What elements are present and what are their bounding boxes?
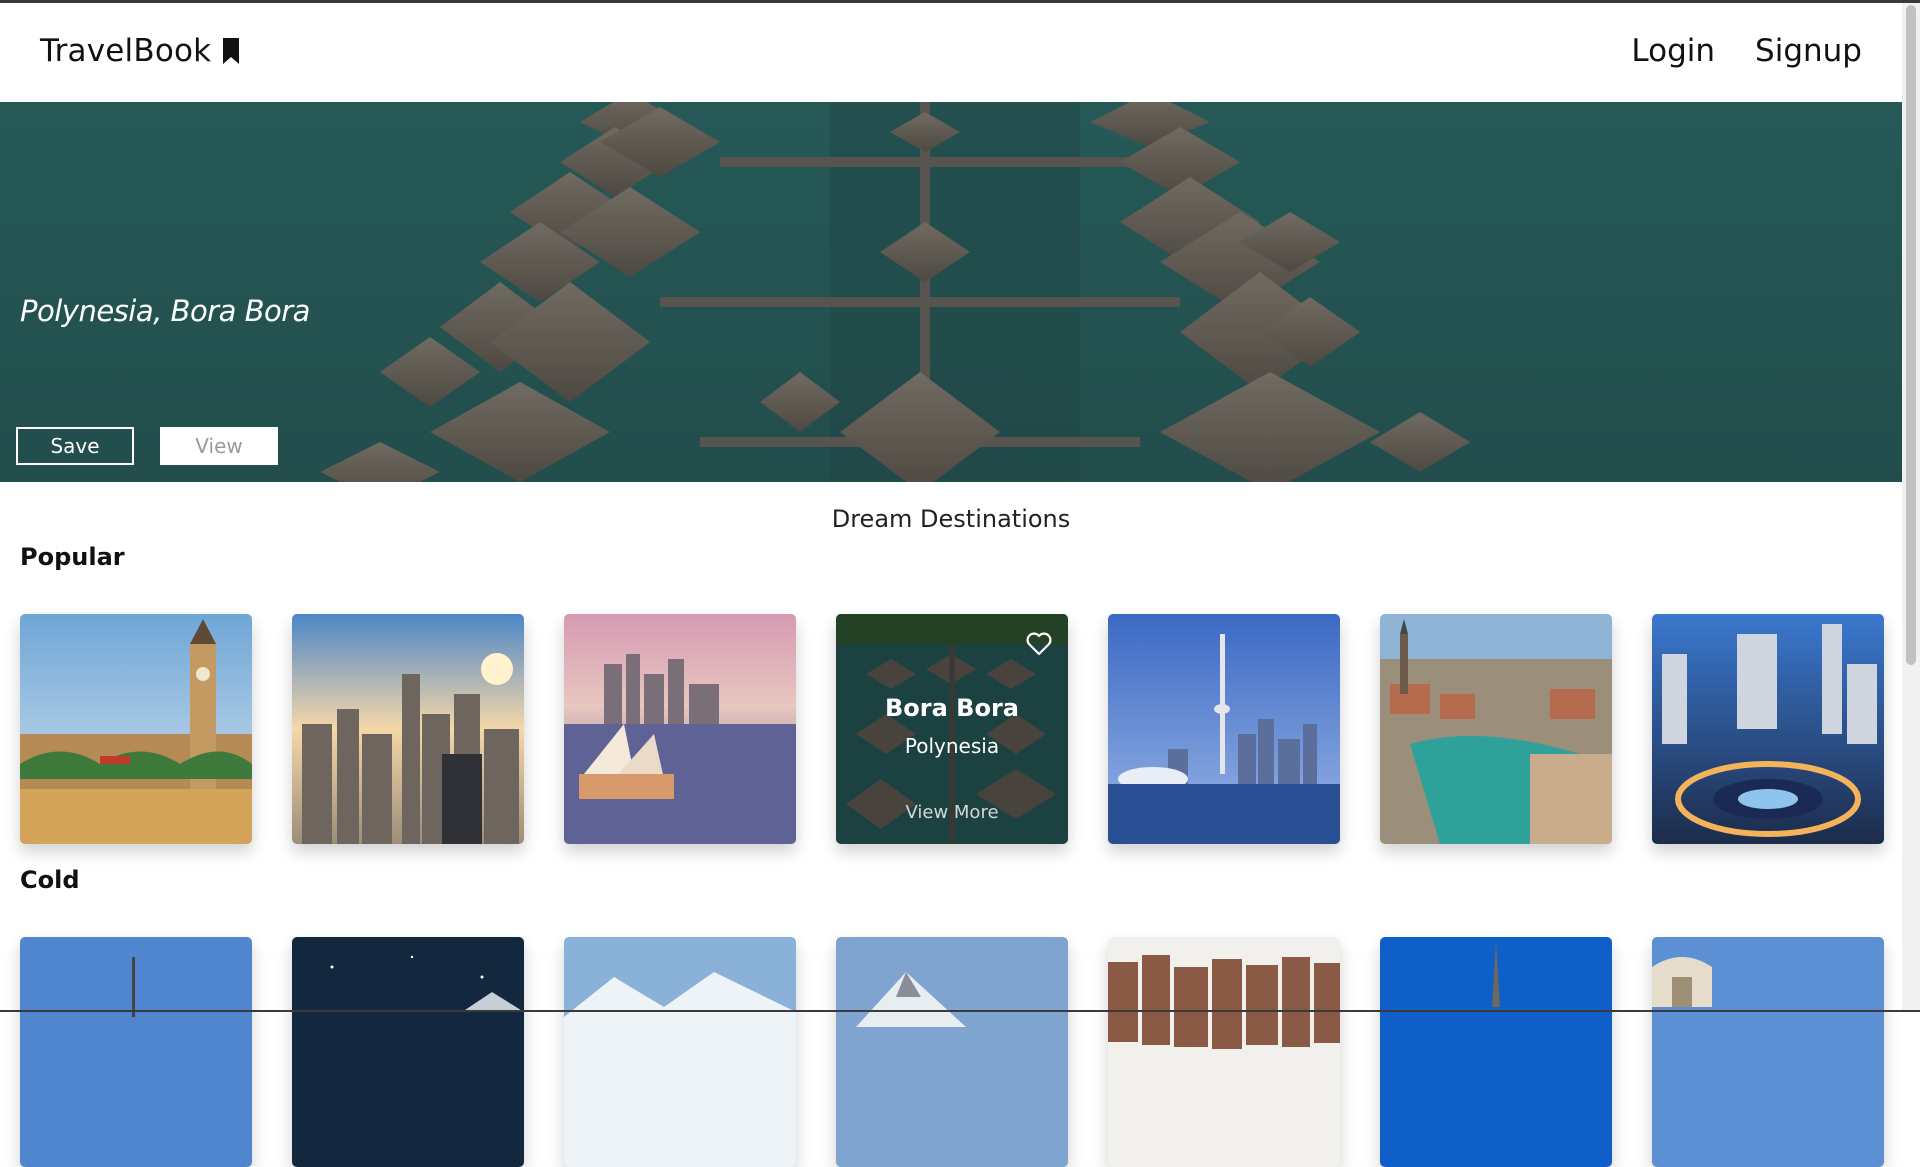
card-city: Bora Bora — [885, 694, 1019, 722]
destination-card[interactable] — [1652, 937, 1884, 1167]
card-image-european-archway — [1652, 937, 1884, 1167]
card-image-toronto — [1108, 614, 1340, 844]
card-image-church-spire — [1380, 937, 1612, 1167]
login-link[interactable]: Login — [1631, 33, 1715, 69]
destination-card[interactable] — [836, 937, 1068, 1167]
card-image-night-sky-mountain — [292, 937, 524, 1167]
destination-card[interactable] — [564, 937, 796, 1167]
card-country: Polynesia — [904, 734, 1000, 758]
card-image-sydney — [564, 614, 796, 844]
category-label-cold: Cold — [20, 866, 80, 894]
destination-card[interactable] — [1380, 614, 1612, 844]
destination-card[interactable] — [292, 937, 524, 1167]
card-image-amsterdam-houses — [1108, 937, 1340, 1167]
card-image-blue-sky-tower — [20, 937, 252, 1167]
card-image-new-york — [292, 614, 524, 844]
hero-image-overwater-bungalows — [0, 102, 1902, 482]
destination-card[interactable] — [564, 614, 796, 844]
brand-logo[interactable]: TravelBook — [40, 33, 241, 69]
destination-card[interactable] — [20, 937, 252, 1167]
card-image-london — [20, 614, 252, 844]
hero-banner: Polynesia, Bora Bora Save View — [0, 102, 1902, 482]
category-label-popular: Popular — [20, 543, 125, 571]
card-image-zurich — [1380, 614, 1612, 844]
hero-title: Polynesia, Bora Bora — [20, 294, 310, 328]
destination-card[interactable] — [292, 614, 524, 844]
card-image-alpine-summit — [836, 937, 1068, 1167]
heart-icon[interactable] — [1026, 632, 1052, 656]
view-button[interactable]: View — [160, 427, 278, 465]
section-heading: Dream Destinations — [831, 505, 1071, 533]
destination-card[interactable] — [20, 614, 252, 844]
save-button[interactable]: Save — [16, 427, 134, 465]
signup-link[interactable]: Signup — [1755, 33, 1862, 69]
auth-nav: Login Signup — [1631, 33, 1862, 69]
bookmark-icon — [223, 38, 240, 64]
card-image-snowy-peaks — [564, 937, 796, 1167]
brand-name: TravelBook — [40, 33, 212, 69]
view-more-link[interactable]: View More — [836, 802, 1068, 823]
destination-card[interactable] — [1108, 614, 1340, 844]
scrollbar-thumb[interactable] — [1906, 5, 1916, 665]
top-navbar: TravelBook Login Signup — [0, 3, 1902, 102]
card-image-jakarta — [1652, 614, 1884, 844]
destination-card[interactable] — [1652, 614, 1884, 844]
vertical-scrollbar[interactable] — [1902, 3, 1920, 1012]
destination-card-featured[interactable]: Bora Bora Polynesia View More — [836, 614, 1068, 844]
destination-card[interactable] — [1380, 937, 1612, 1167]
destination-card[interactable] — [1108, 937, 1340, 1167]
